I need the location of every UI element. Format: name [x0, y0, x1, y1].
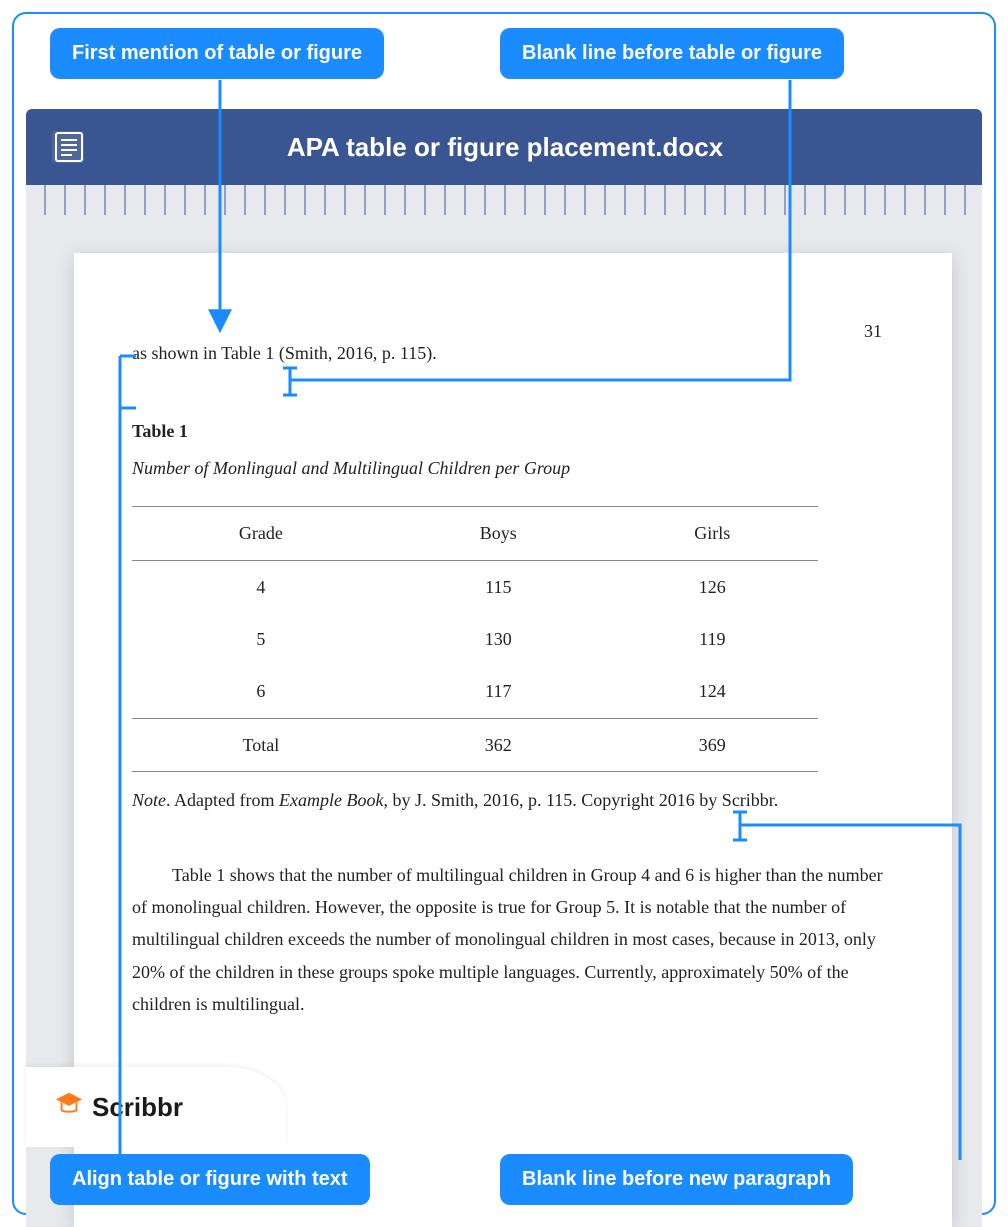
- graduation-cap-icon: [54, 1089, 84, 1126]
- callout-blank-before-table: Blank line before table or figure: [500, 28, 844, 79]
- table-row: 5 130 119: [132, 613, 818, 665]
- word-icon: [48, 127, 88, 167]
- table-header-row: Grade Boys Girls: [132, 507, 818, 560]
- col-header: Grade: [132, 507, 390, 560]
- cell: 6: [132, 665, 390, 718]
- cell: 124: [607, 665, 818, 718]
- cell: 369: [607, 718, 818, 771]
- col-header: Boys: [390, 507, 607, 560]
- callout-align: Align table or figure with text: [50, 1154, 370, 1205]
- table-row: 4 115 126: [132, 560, 818, 613]
- page-number: 31: [864, 315, 882, 347]
- cell: 130: [390, 613, 607, 665]
- cell: 117: [390, 665, 607, 718]
- document-title: APA table or figure placement.docx: [88, 132, 922, 163]
- note-book: Example Book: [279, 790, 383, 810]
- brand-name: Scribbr: [92, 1092, 183, 1123]
- cell: 119: [607, 613, 818, 665]
- word-title-bar: APA table or figure placement.docx: [26, 109, 982, 185]
- table-row: 6 117 124: [132, 665, 818, 718]
- cell: 4: [132, 560, 390, 613]
- cell: 126: [607, 560, 818, 613]
- data-table: Grade Boys Girls 4 115 126 5 130 119 6: [132, 506, 818, 772]
- note-word: Note: [132, 790, 166, 810]
- table-caption: Number of Monlingual and Multilingual Ch…: [132, 452, 894, 484]
- body-paragraph: Table 1 shows that the number of multili…: [132, 859, 894, 1021]
- table-note: Note. Adapted from Example Book, by J. S…: [132, 784, 894, 816]
- note-pre: . Adapted from: [166, 790, 279, 810]
- table-total-row: Total 362 369: [132, 718, 818, 771]
- callout-first-mention: First mention of table or figure: [50, 28, 384, 79]
- ruler: [26, 185, 982, 215]
- brand-flap: Scribbr: [26, 1067, 286, 1147]
- cell: 115: [390, 560, 607, 613]
- cell: 362: [390, 718, 607, 771]
- note-rest: , by J. Smith, 2016, p. 115. Copyright 2…: [383, 790, 778, 810]
- col-header: Girls: [607, 507, 818, 560]
- ruler-ticks: [26, 185, 982, 215]
- cell: Total: [132, 718, 390, 771]
- first-mention-line: as shown in Table 1 (Smith, 2016, p. 115…: [132, 337, 894, 369]
- table-label: Table 1: [132, 415, 894, 447]
- callout-blank-before-paragraph: Blank line before new paragraph: [500, 1154, 853, 1205]
- cell: 5: [132, 613, 390, 665]
